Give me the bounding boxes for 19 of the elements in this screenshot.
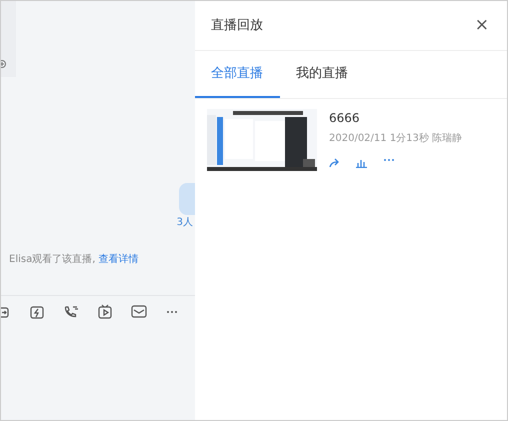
more-icon[interactable] bbox=[166, 310, 178, 314]
flash-icon[interactable] bbox=[30, 304, 44, 318]
close-button[interactable]: × bbox=[474, 12, 489, 38]
more-icon[interactable] bbox=[383, 158, 395, 162]
tab[interactable]: 我的直播 bbox=[280, 51, 365, 98]
video-icon[interactable] bbox=[98, 304, 112, 319]
details-link[interactable]: 查看详情 bbox=[98, 254, 139, 265]
panel-title: 直播回放 bbox=[211, 16, 263, 35]
chart-icon[interactable] bbox=[356, 158, 367, 168]
notice-text: Elisa观看了该直播, 查看详情 bbox=[8, 252, 140, 267]
share-icon[interactable] bbox=[329, 158, 340, 168]
phone-icon[interactable] bbox=[63, 304, 79, 318]
recording-meta: 2020/02/11 1分13秒 陈瑞静 bbox=[329, 132, 462, 146]
tab[interactable]: 全部直播 bbox=[195, 51, 280, 98]
read-count[interactable]: 3人 bbox=[176, 215, 193, 230]
mail-icon[interactable] bbox=[131, 305, 147, 318]
import-icon[interactable] bbox=[1, 306, 11, 318]
add-icon[interactable] bbox=[1, 59, 9, 69]
recording-title[interactable]: 6666 bbox=[329, 108, 462, 126]
